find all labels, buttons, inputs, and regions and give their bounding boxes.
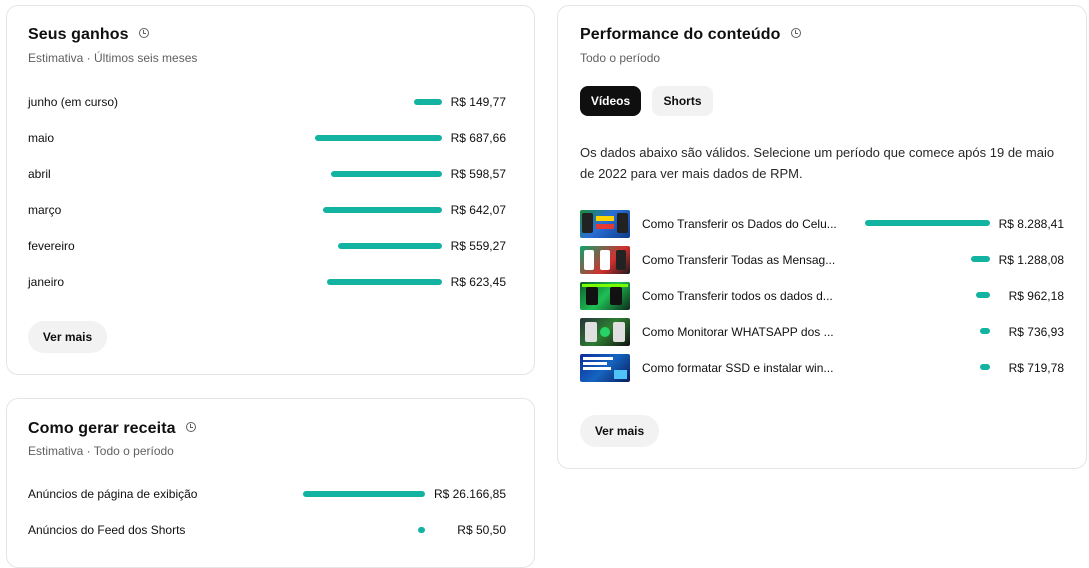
video-thumbnail[interactable] xyxy=(580,318,630,346)
video-row[interactable]: Como formatar SSD e instalar win... R$ 7… xyxy=(580,354,1064,384)
earnings-row-label: fevereiro xyxy=(28,239,75,253)
earnings-row-value: R$ 642,07 xyxy=(450,203,506,217)
earnings-bar xyxy=(323,207,442,213)
earnings-row-label: maio xyxy=(28,131,55,145)
earnings-row-label: abril xyxy=(28,167,51,181)
earnings-card: Seus ganhos Estimativa · Últimos seis me… xyxy=(6,5,535,375)
earnings-row-value: R$ 149,77 xyxy=(450,95,506,109)
video-bar xyxy=(980,328,990,334)
earnings-row-label: janeiro xyxy=(28,275,65,289)
earnings-row-value: R$ 687,66 xyxy=(450,131,506,145)
video-bar xyxy=(971,256,990,262)
revenue-row-value: R$ 50,50 xyxy=(457,523,506,537)
video-bar xyxy=(976,292,990,298)
performance-subtitle: Todo o período xyxy=(580,51,661,65)
earnings-bar xyxy=(331,171,442,177)
earnings-row-label: junho (em curso) xyxy=(28,95,119,109)
earnings-bar xyxy=(414,99,442,105)
revenue-row-label: Anúncios de página de exibição xyxy=(28,487,198,501)
revenue-row-value: R$ 26.166,85 xyxy=(433,487,506,501)
earnings-bar xyxy=(315,135,442,141)
video-value: R$ 962,18 xyxy=(1008,289,1064,303)
earnings-subtitle: Estimativa · Últimos seis meses xyxy=(28,51,198,65)
video-value: R$ 736,93 xyxy=(1008,325,1064,339)
performance-title-text: Performance do conteúdo xyxy=(580,26,781,43)
earnings-row: março R$ 642,07 xyxy=(28,203,506,221)
video-row[interactable]: Como Transferir todos os dados d... R$ 9… xyxy=(580,282,1064,312)
performance-title: Performance do conteúdo xyxy=(580,26,801,44)
video-row[interactable]: Como Transferir os Dados do Celu... R$ 8… xyxy=(580,210,1064,240)
earnings-title-text: Seus ganhos xyxy=(28,26,129,43)
earnings-row: abril R$ 598,57 xyxy=(28,167,506,185)
video-title[interactable]: Como Monitorar WHATSAPP dos ... xyxy=(642,325,838,339)
revenue-row: Anúncios de página de exibição R$ 26.166… xyxy=(28,487,506,505)
earnings-row-value: R$ 623,45 xyxy=(450,275,506,289)
earnings-row: junho (em curso) R$ 149,77 xyxy=(28,95,506,113)
revenue-row: Anúncios do Feed dos Shorts R$ 50,50 xyxy=(28,523,506,541)
video-thumbnail[interactable] xyxy=(580,282,630,310)
video-thumbnail[interactable] xyxy=(580,354,630,382)
video-value: R$ 719,78 xyxy=(1008,361,1064,375)
earnings-title: Seus ganhos xyxy=(28,26,149,44)
video-bar xyxy=(865,220,990,226)
revenue-title: Como gerar receita xyxy=(28,420,196,438)
earnings-row: maio R$ 687,66 xyxy=(28,131,506,149)
video-row[interactable]: Como Monitorar WHATSAPP dos ... R$ 736,9… xyxy=(580,318,1064,348)
revenue-row-label: Anúncios do Feed dos Shorts xyxy=(28,523,186,537)
earnings-row-value: R$ 598,57 xyxy=(450,167,506,181)
clock-icon[interactable] xyxy=(138,27,149,38)
tab-videos[interactable]: Vídeos xyxy=(580,86,641,116)
video-thumbnail[interactable] xyxy=(580,210,630,238)
video-thumbnail[interactable] xyxy=(580,246,630,274)
performance-card: Performance do conteúdo Todo o período V… xyxy=(557,5,1087,469)
revenue-title-text: Como gerar receita xyxy=(28,420,176,437)
revenue-bar xyxy=(418,527,425,533)
video-title[interactable]: Como Transferir os Dados do Celu... xyxy=(642,217,838,231)
video-row[interactable]: Como Transferir Todas as Mensag... R$ 1.… xyxy=(580,246,1064,276)
earnings-row-value: R$ 559,27 xyxy=(450,239,506,253)
earnings-row: janeiro R$ 623,45 xyxy=(28,275,506,293)
earnings-bar xyxy=(327,279,442,285)
video-value: R$ 8.288,41 xyxy=(998,217,1064,231)
video-value: R$ 1.288,08 xyxy=(998,253,1064,267)
earnings-row-label: março xyxy=(28,203,62,217)
earnings-more-button[interactable]: Ver mais xyxy=(28,321,107,353)
video-title[interactable]: Como Transferir todos os dados d... xyxy=(642,289,838,303)
clock-icon[interactable] xyxy=(790,27,801,38)
revenue-bar xyxy=(303,491,425,497)
video-bar xyxy=(980,364,990,370)
video-title[interactable]: Como Transferir Todas as Mensag... xyxy=(642,253,838,267)
clock-icon[interactable] xyxy=(185,421,196,432)
performance-more-button[interactable]: Ver mais xyxy=(580,415,659,447)
rpm-note: Os dados abaixo são válidos. Selecione u… xyxy=(580,145,1055,181)
tab-shorts[interactable]: Shorts xyxy=(652,86,713,116)
earnings-row: fevereiro R$ 559,27 xyxy=(28,239,506,257)
video-title[interactable]: Como formatar SSD e instalar win... xyxy=(642,361,838,375)
earnings-bar xyxy=(338,243,442,249)
revenue-subtitle: Estimativa · Todo o período xyxy=(28,444,174,458)
